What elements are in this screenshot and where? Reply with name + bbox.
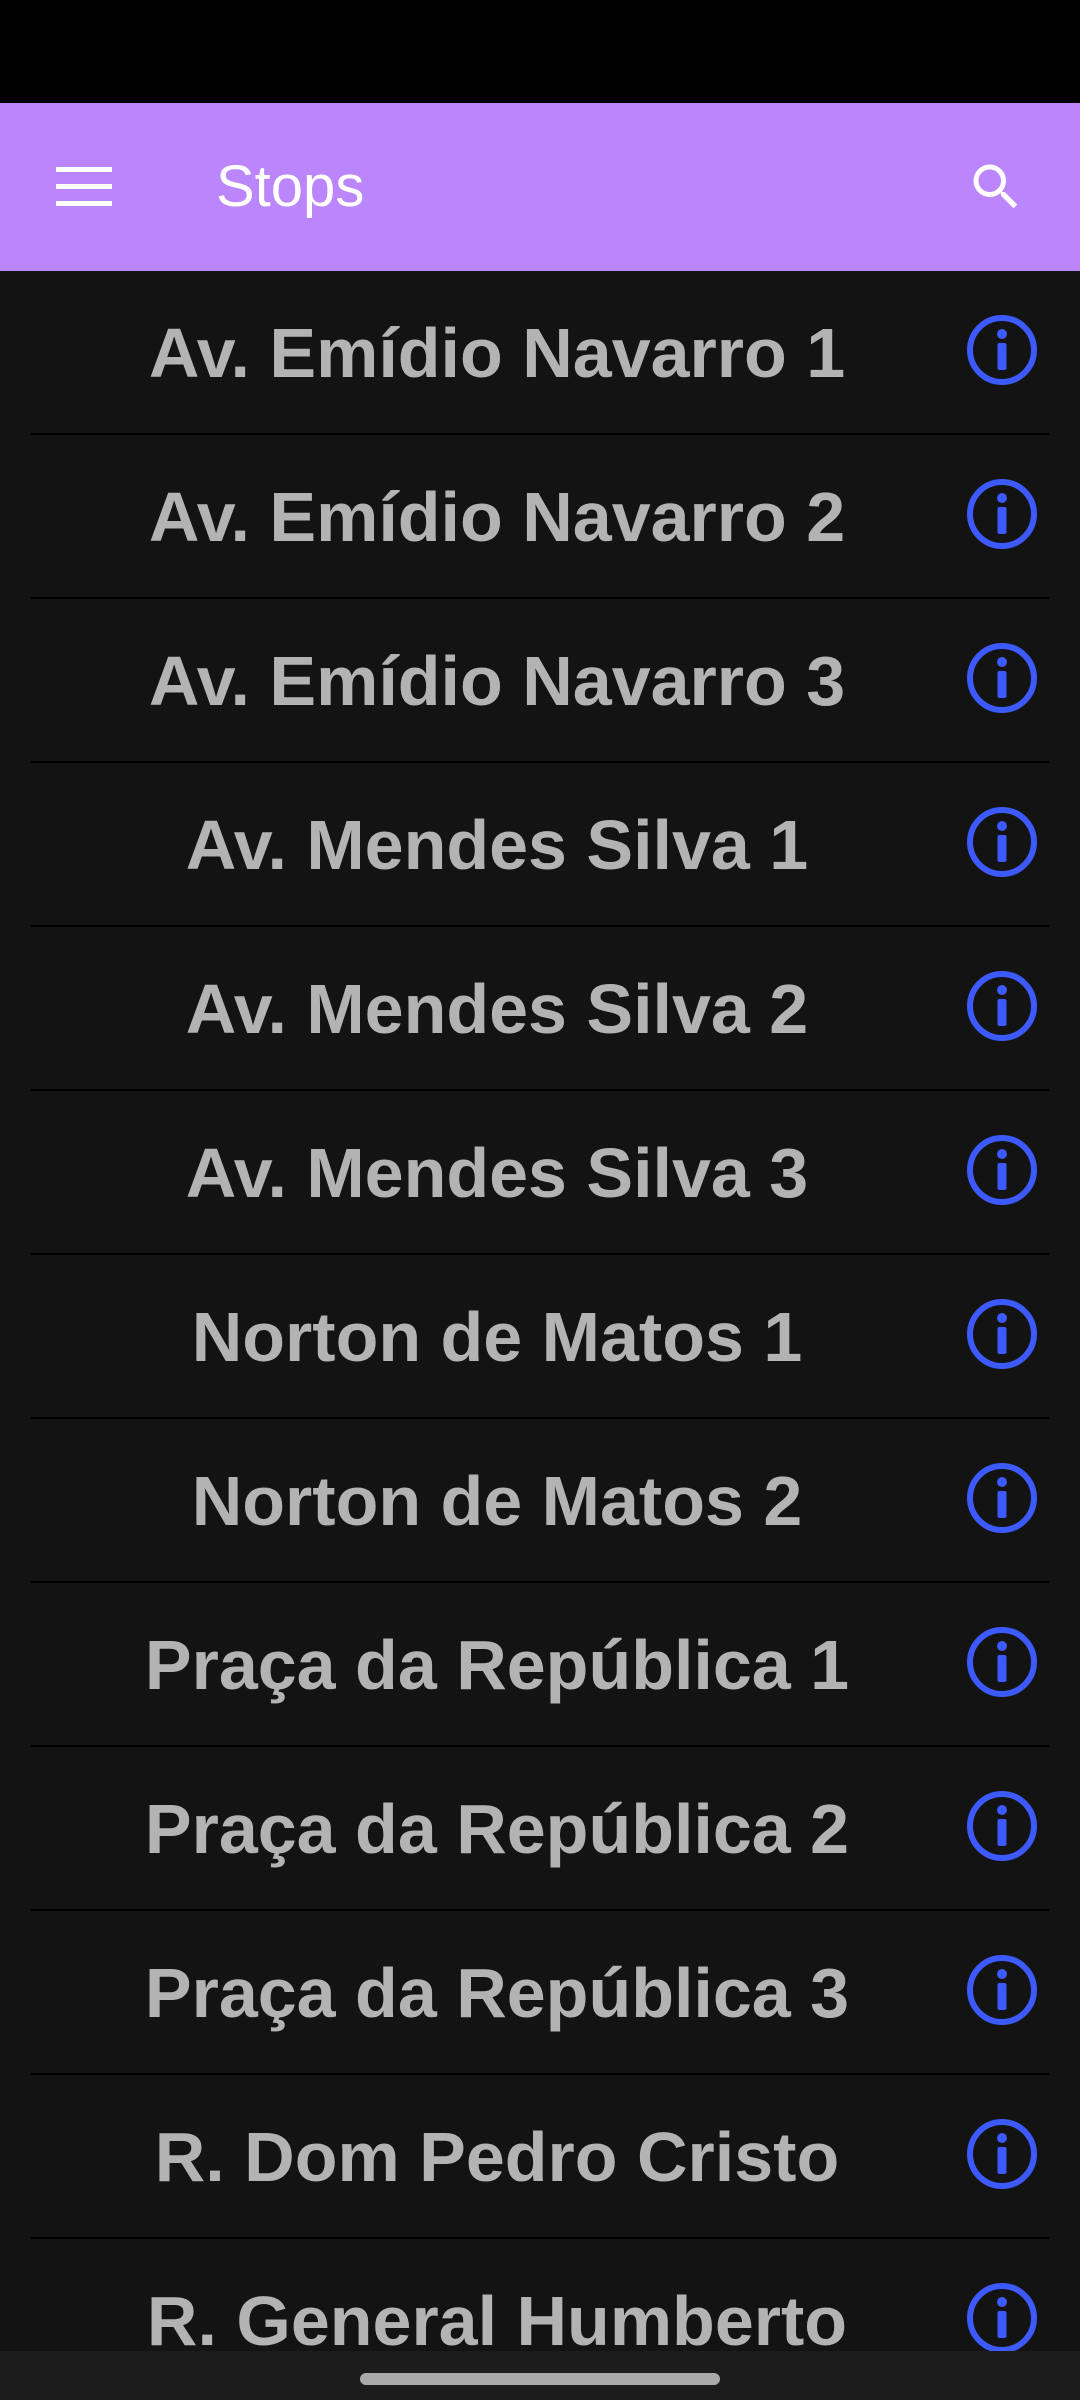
app-bar: Stops (0, 103, 1080, 271)
info-icon[interactable] (965, 1461, 1039, 1535)
list-item[interactable]: Av. Emídio Navarro 2 (31, 435, 1049, 599)
list-item[interactable]: Praça da República 2 (31, 1747, 1049, 1911)
list-item[interactable]: Praça da República 3 (31, 1911, 1049, 2075)
stop-name: R. Dom Pedro Cristo (154, 2118, 840, 2196)
stop-name: Av. Mendes Silva 3 (185, 1134, 809, 1212)
stop-name: Praça da República 3 (144, 1954, 850, 2032)
info-icon[interactable] (965, 2117, 1039, 2191)
list-item[interactable]: Av. Mendes Silva 1 (31, 763, 1049, 927)
stop-name: Praça da República 1 (144, 1626, 850, 1704)
info-icon[interactable] (965, 1133, 1039, 1207)
search-icon (973, 164, 1018, 209)
info-icon[interactable] (965, 641, 1039, 715)
stop-name: Av. Emídio Navarro 3 (148, 642, 846, 720)
info-icon[interactable] (965, 313, 1039, 387)
stop-name: R. General Humberto (146, 2282, 848, 2351)
stop-name: Av. Mendes Silva 1 (185, 806, 809, 884)
search-button[interactable] (952, 143, 1040, 231)
info-icon[interactable] (965, 805, 1039, 879)
list-item[interactable]: Av. Mendes Silva 3 (31, 1091, 1049, 1255)
list-item[interactable]: Av. Emídio Navarro 3 (31, 599, 1049, 763)
info-icon[interactable] (965, 1625, 1039, 1699)
info-icon[interactable] (965, 969, 1039, 1043)
list-item[interactable]: Praça da República 1 (31, 1583, 1049, 1747)
list-item[interactable]: Norton de Matos 1 (31, 1255, 1049, 1419)
stop-name: Av. Emídio Navarro 1 (148, 314, 846, 392)
home-gesture-handle[interactable] (360, 2373, 720, 2385)
stop-name: Norton de Matos 1 (191, 1298, 803, 1376)
info-icon[interactable] (965, 1789, 1039, 1863)
list-item[interactable]: Av. Emídio Navarro 1 (31, 271, 1049, 435)
info-icon[interactable] (965, 477, 1039, 551)
menu-icon (56, 167, 112, 206)
menu-button[interactable] (40, 143, 128, 231)
stop-name: Av. Emídio Navarro 2 (148, 478, 846, 556)
stops-list[interactable]: Av. Emídio Navarro 1 Av. Emídio Navarro … (0, 271, 1080, 2351)
stop-name: Praça da República 2 (144, 1790, 850, 1868)
page-title: Stops (216, 154, 365, 219)
stop-name: Av. Mendes Silva 2 (185, 970, 809, 1048)
stop-name: Norton de Matos 2 (191, 1462, 803, 1540)
info-icon[interactable] (965, 1953, 1039, 2027)
navigation-bar (0, 2351, 1080, 2400)
list-item[interactable]: R. Dom Pedro Cristo (31, 2075, 1049, 2239)
info-icon[interactable] (965, 2281, 1039, 2351)
list-item[interactable]: Norton de Matos 2 (31, 1419, 1049, 1583)
status-bar (0, 0, 1080, 103)
info-icon[interactable] (965, 1297, 1039, 1371)
list-item[interactable]: R. General Humberto (31, 2239, 1049, 2351)
stops-screen: Stops Av. Emídio Navarro 1 Av. Emídio Na… (0, 0, 1080, 2400)
list-item[interactable]: Av. Mendes Silva 2 (31, 927, 1049, 1091)
